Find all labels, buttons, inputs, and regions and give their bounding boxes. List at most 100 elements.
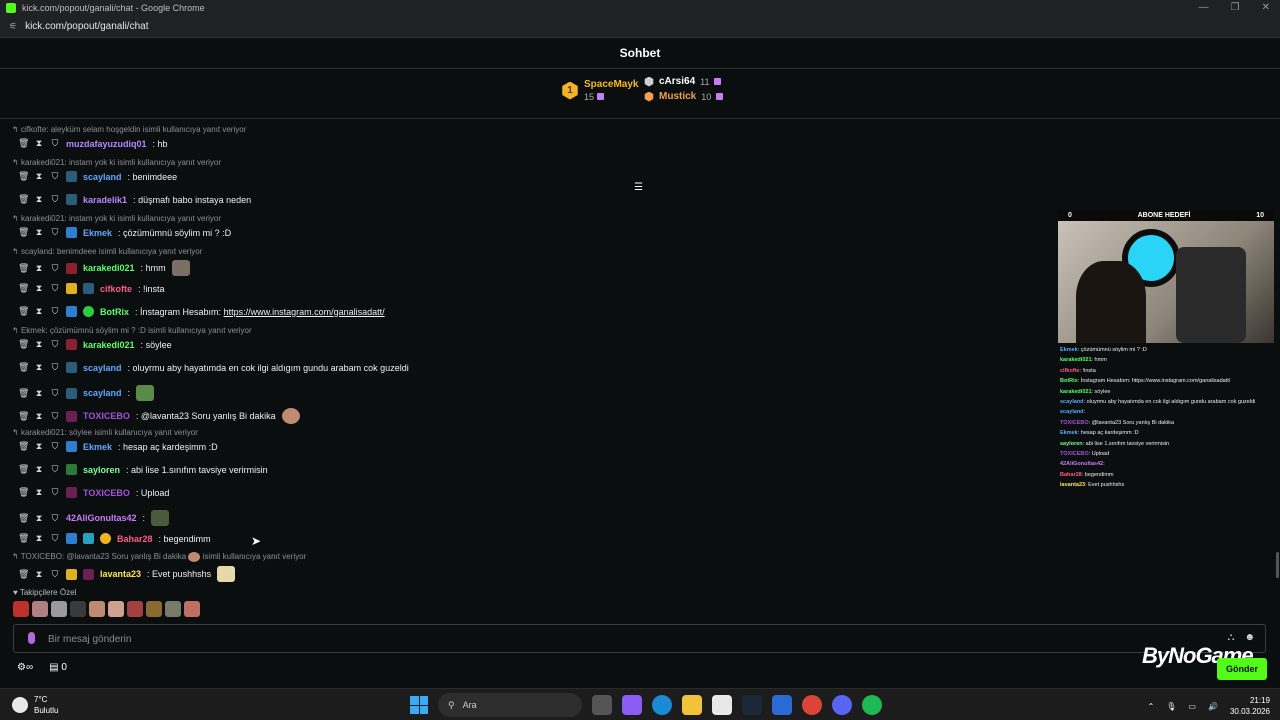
emote-icon[interactable] bbox=[165, 601, 181, 617]
chat-message[interactable]: 🗑 ⧗ ⛉ Ekmek: çözümümnü söylim mi ? :D bbox=[18, 227, 231, 238]
emote-icon[interactable] bbox=[127, 601, 143, 617]
ban-icon[interactable]: ⛉ bbox=[50, 464, 60, 475]
timeout-icon[interactable]: ⧗ bbox=[34, 362, 44, 373]
emote-icon[interactable] bbox=[51, 601, 67, 617]
discord-icon[interactable] bbox=[832, 695, 852, 715]
ban-icon[interactable]: ⛉ bbox=[50, 171, 60, 182]
delete-icon[interactable]: 🗑 bbox=[18, 388, 29, 399]
emote-icon[interactable] bbox=[70, 601, 86, 617]
delete-icon[interactable]: 🗑 bbox=[18, 138, 29, 149]
chat-message[interactable]: 🗑 ⧗ ⛉ Ekmek: hesap aç kardeşimm :D bbox=[18, 441, 218, 452]
volume-icon[interactable]: 🔊 bbox=[1208, 702, 1218, 711]
address-bar[interactable]: ⚟ kick.com/popout/ganali/chat bbox=[0, 16, 1280, 38]
send-button[interactable]: Gönder bbox=[1217, 658, 1267, 680]
file-explorer-icon[interactable] bbox=[682, 695, 702, 715]
timeout-icon[interactable]: ⧗ bbox=[34, 441, 44, 452]
steam-icon[interactable] bbox=[742, 695, 762, 715]
timeout-icon[interactable]: ⧗ bbox=[34, 487, 44, 498]
microphone-tray-icon[interactable]: 🎙 bbox=[1166, 702, 1176, 711]
close-icon[interactable]: ✕ bbox=[1262, 2, 1270, 13]
timeout-icon[interactable]: ⧗ bbox=[34, 388, 44, 399]
chat-message[interactable]: 🗑 ⧗ ⛉ 42AliGonultas42: bbox=[18, 510, 170, 526]
instagram-link[interactable]: https://www.instagram.com/ganalisadatt/ bbox=[224, 307, 385, 317]
ban-icon[interactable]: ⛉ bbox=[50, 138, 60, 149]
ban-icon[interactable]: ⛉ bbox=[50, 388, 60, 399]
chat-message[interactable]: 🗑 ⧗ ⛉ cifkofte: !insta bbox=[18, 283, 165, 294]
timeout-icon[interactable]: ⧗ bbox=[34, 171, 44, 182]
timeout-icon[interactable]: ⧗ bbox=[34, 263, 44, 274]
chat-message[interactable]: 🗑 ⧗ ⛉ karakedi021: hmm bbox=[18, 260, 190, 276]
delete-icon[interactable]: 🗑 bbox=[18, 569, 29, 580]
delete-icon[interactable]: 🗑 bbox=[18, 362, 29, 373]
chat-message[interactable]: 🗑 ⧗ ⛉ karadelik1: düşmafı babo instaya ned… bbox=[18, 194, 251, 205]
chat-message[interactable]: 🗑 ⧗ ⛉ sayloren: abi lise 1.sınıfım tavsiye… bbox=[18, 464, 268, 475]
network-icon[interactable]: ▭ bbox=[1188, 702, 1196, 711]
translate-icon[interactable]: ⛬ bbox=[1227, 632, 1234, 643]
clock[interactable]: 21:19 30.03.2026 bbox=[1230, 695, 1270, 717]
ban-icon[interactable]: ⛉ bbox=[50, 283, 60, 294]
minimize-icon[interactable]: — bbox=[1199, 2, 1209, 13]
ban-icon[interactable]: ⛉ bbox=[50, 441, 60, 452]
emote-icon[interactable] bbox=[89, 601, 105, 617]
task-view-icon[interactable] bbox=[592, 695, 612, 715]
emote-icon[interactable] bbox=[184, 601, 200, 617]
timeout-icon[interactable]: ⧗ bbox=[34, 306, 44, 317]
windows-start-icon[interactable] bbox=[410, 696, 428, 714]
leaderboard-first[interactable]: 1 SpaceMayk 15 bbox=[561, 79, 638, 102]
chat-message[interactable]: 🗑 ⧗ ⛉ karakedi021: söylee bbox=[18, 339, 172, 350]
weather-widget[interactable]: 7°C Bulutlu bbox=[12, 694, 58, 716]
ban-icon[interactable]: ⛉ bbox=[50, 362, 60, 373]
emote-icon[interactable] bbox=[146, 601, 162, 617]
ban-icon[interactable]: ⛉ bbox=[50, 569, 60, 580]
address-url[interactable]: kick.com/popout/ganali/chat bbox=[25, 21, 148, 32]
timeout-icon[interactable]: ⧗ bbox=[34, 339, 44, 350]
emote-icon[interactable] bbox=[13, 601, 29, 617]
chat-message[interactable]: 🗑 ⧗ ⛉ Bahar28: begendimm bbox=[18, 533, 211, 544]
delete-icon[interactable]: 🗑 bbox=[18, 441, 29, 452]
ban-icon[interactable]: ⛉ bbox=[50, 533, 60, 544]
taskbar-search[interactable]: ⚲ Ara bbox=[438, 693, 582, 717]
chat-message[interactable]: 🗑 ⧗ ⛉ TOXICEBO: Upload bbox=[18, 487, 169, 498]
ban-icon[interactable]: ⛉ bbox=[50, 339, 60, 350]
delete-icon[interactable]: 🗑 bbox=[18, 464, 29, 475]
chrome-icon[interactable] bbox=[802, 695, 822, 715]
ban-icon[interactable]: ⛉ bbox=[50, 227, 60, 238]
chat-message[interactable]: 🗑 ⧗ ⛉ muzdafayuzudiq01: hb bbox=[18, 138, 168, 149]
collapse-leaderboard-icon[interactable]: ☰ bbox=[634, 182, 643, 193]
ban-icon[interactable]: ⛉ bbox=[50, 411, 60, 422]
copilot-icon[interactable] bbox=[622, 695, 642, 715]
ban-icon[interactable]: ⛉ bbox=[50, 487, 60, 498]
chat-message[interactable]: 🗑 ⧗ ⛉ scayland: bbox=[18, 385, 155, 401]
timeout-icon[interactable]: ⧗ bbox=[34, 464, 44, 475]
chat-message[interactable]: 🗑 ⧗ ⛉ scayland: oluyrmu aby hayatımda en c… bbox=[18, 362, 409, 373]
edge-icon[interactable] bbox=[652, 695, 672, 715]
ban-icon[interactable]: ⛉ bbox=[50, 263, 60, 274]
delete-icon[interactable]: 🗑 bbox=[18, 513, 29, 524]
delete-icon[interactable]: 🗑 bbox=[18, 283, 29, 294]
spotify-icon[interactable] bbox=[862, 695, 882, 715]
site-info-icon[interactable]: ⚟ bbox=[9, 21, 17, 32]
chat-message[interactable]: 🗑 ⧗ ⛉ TOXICEBO: @lavanta23 Soru yanlış Bi … bbox=[18, 408, 300, 424]
chat-message[interactable]: 🗑 ⧗ ⛉ lavanta23: Evet pushhshs bbox=[18, 566, 236, 582]
microphone-icon[interactable] bbox=[28, 632, 35, 644]
ban-icon[interactable]: ⛉ bbox=[50, 194, 60, 205]
delete-icon[interactable]: 🗑 bbox=[18, 411, 29, 422]
scrollbar[interactable] bbox=[1276, 552, 1279, 578]
ban-icon[interactable]: ⛉ bbox=[50, 513, 60, 524]
timeout-icon[interactable]: ⧗ bbox=[34, 533, 44, 544]
delete-icon[interactable]: 🗑 bbox=[18, 339, 29, 350]
timeout-icon[interactable]: ⧗ bbox=[34, 138, 44, 149]
delete-icon[interactable]: 🗑 bbox=[18, 306, 29, 317]
mail-icon[interactable] bbox=[772, 695, 792, 715]
chat-message[interactable]: 🗑 ⧗ ⛉ scayland: benimdeee bbox=[18, 171, 177, 182]
delete-icon[interactable]: 🗑 bbox=[18, 263, 29, 274]
timeout-icon[interactable]: ⧗ bbox=[34, 513, 44, 524]
maximize-icon[interactable]: ❐ bbox=[1231, 2, 1240, 13]
leaderboard-third[interactable]: Mustick 10 bbox=[644, 91, 724, 102]
leaderboard-second[interactable]: cArsi64 11 bbox=[644, 76, 723, 87]
emote-icon[interactable] bbox=[32, 601, 48, 617]
timeout-icon[interactable]: ⧗ bbox=[34, 411, 44, 422]
timeout-icon[interactable]: ⧗ bbox=[34, 194, 44, 205]
delete-icon[interactable]: 🗑 bbox=[18, 171, 29, 182]
delete-icon[interactable]: 🗑 bbox=[18, 227, 29, 238]
